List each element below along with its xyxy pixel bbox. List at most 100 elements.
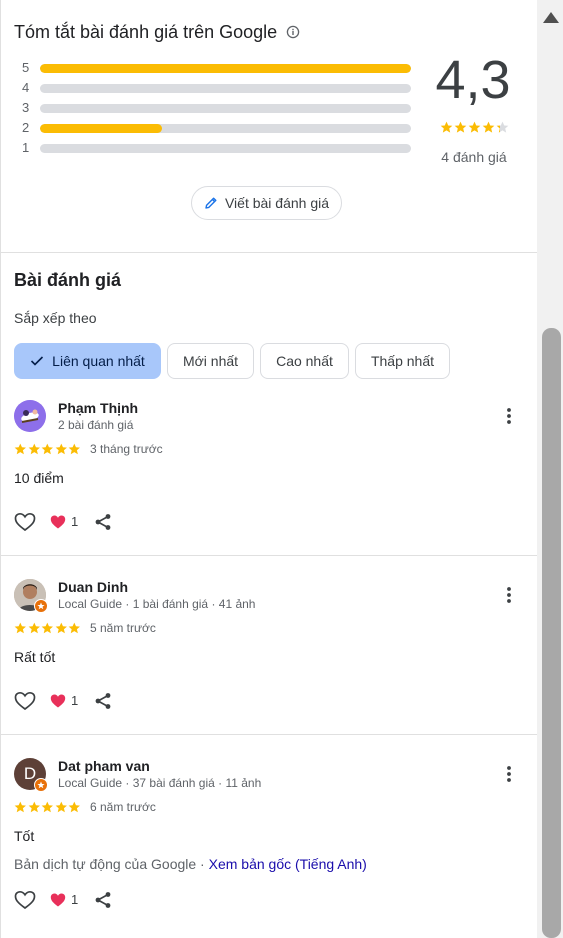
average-rating-stars: [440, 121, 509, 134]
reviewer-name[interactable]: Dat pham van: [58, 758, 150, 774]
rating-bar-row: 4: [22, 81, 412, 95]
reviewer-name[interactable]: Phạm Thịnh: [58, 400, 138, 416]
more-vert-icon[interactable]: [500, 585, 518, 605]
reviewer-meta: 2 bài đánh giá: [58, 418, 134, 432]
share-icon[interactable]: [94, 513, 112, 531]
star-icon: [69, 801, 81, 813]
reaction-count: 1: [71, 514, 79, 529]
rating-bar-label: 4: [22, 80, 30, 95]
thumb-like-icon[interactable]: [14, 512, 36, 532]
more-vert-icon[interactable]: [500, 764, 518, 784]
local-guide-star-icon: [37, 781, 45, 789]
star-icon: [468, 121, 481, 133]
reaction-count: 1: [71, 693, 79, 708]
rating-bar-label: 3: [22, 100, 30, 115]
star-icon: [41, 801, 54, 813]
rating-bar-track: [40, 144, 411, 153]
thumb-like-icon[interactable]: [14, 890, 36, 910]
local-guide-badge: [34, 778, 48, 792]
rating-bar-track: [40, 84, 411, 93]
sort-chip-lowest[interactable]: Thấp nhất: [355, 343, 450, 379]
review-divider: [0, 555, 537, 556]
review-divider: [0, 734, 537, 735]
star-icon: [69, 443, 81, 455]
write-review-button[interactable]: Viết bài đánh giá: [191, 186, 342, 220]
scrollbar-thumb[interactable]: [542, 328, 561, 938]
reviewer-meta: Local Guide · 37 bài đánh giá · 11 ảnh: [58, 776, 262, 790]
translation-note: Bản dịch tự động của Google · Xem bản gố…: [14, 856, 367, 872]
local-guide-star-icon: [37, 602, 45, 610]
review-date: 3 tháng trước: [90, 442, 163, 456]
star-icon: [41, 622, 54, 634]
sort-chip-relevant[interactable]: Liên quan nhất: [14, 343, 161, 379]
more-vert-icon[interactable]: [500, 406, 518, 426]
star-icon: [55, 622, 67, 634]
star-icon: [28, 443, 40, 455]
reviews-panel: Tóm tắt bài đánh giá trên Google 5 4 3 2 1 4…: [0, 0, 537, 938]
star-icon: [454, 121, 467, 133]
review-count[interactable]: 4 đánh giá: [418, 149, 530, 165]
rating-bar-label: 1: [22, 140, 30, 155]
avatar[interactable]: [14, 400, 46, 432]
info-icon[interactable]: [286, 25, 300, 39]
check-icon: [31, 356, 44, 366]
local-guide-badge: [34, 599, 48, 613]
heart-reaction-icon: [50, 515, 66, 529]
review-stars: [14, 443, 81, 456]
see-original-link[interactable]: Xem bản gốc (Tiếng Anh): [209, 856, 367, 872]
star-icon: [440, 121, 453, 133]
share-icon[interactable]: [94, 891, 112, 909]
review-text: 10 điểm: [14, 470, 64, 486]
rating-bar-row: 1: [22, 141, 412, 155]
write-review-label: Viết bài đánh giá: [224, 195, 330, 211]
heart-reaction-icon: [50, 893, 66, 907]
reviewer-meta: Local Guide · 1 bài đánh giá · 41 ảnh: [58, 597, 256, 611]
review-card: Phạm Thịnh 2 bài đánh giá 3 tháng trước …: [0, 400, 537, 555]
rating-bar-row: 3: [22, 101, 412, 115]
review-card: D Dat pham van Local Guide · 37 bài đánh…: [0, 758, 537, 938]
share-icon[interactable]: [94, 692, 112, 710]
star-icon: [28, 801, 40, 813]
star-icon: [55, 801, 67, 813]
sort-chip-label: Thấp nhất: [370, 353, 435, 369]
thumb-like-icon[interactable]: [14, 691, 36, 711]
review-date: 5 năm trước: [90, 621, 156, 635]
star-icon: [69, 622, 81, 634]
summary-title: Tóm tắt bài đánh giá trên Google: [14, 22, 278, 42]
review-stars: [14, 801, 81, 814]
sort-label: Sắp xếp theo: [14, 310, 97, 326]
avatar-image-icon: [14, 400, 46, 432]
review-text: Tốt: [14, 828, 35, 844]
translation-label: Bản dịch tự động của Google ·: [14, 856, 209, 872]
star-icon: [28, 622, 40, 634]
reviewer-name[interactable]: Duan Dinh: [58, 579, 128, 595]
sort-chip-label: Liên quan nhất: [52, 353, 145, 369]
sort-chip-label: Mới nhất: [182, 353, 239, 369]
reaction-count: 1: [71, 892, 79, 907]
rating-bar-row: 5: [22, 61, 412, 75]
rating-bar-fill: [40, 124, 163, 133]
star-icon: [55, 443, 67, 455]
rating-bar-track: [40, 124, 411, 133]
rating-bar-label: 2: [22, 120, 30, 135]
average-rating: 4,3: [435, 50, 511, 110]
star-icon: [496, 121, 509, 133]
rating-bar-track: [40, 104, 411, 113]
reviews-title: Bài đánh giá: [14, 270, 122, 290]
star-icon: [482, 121, 495, 133]
rating-bar-track: [40, 64, 411, 73]
section-divider: [0, 252, 537, 253]
sort-chip-highest[interactable]: Cao nhất: [260, 343, 349, 379]
rating-bar-fill: [40, 64, 411, 73]
pencil-icon: [205, 197, 217, 209]
sort-chip-newest[interactable]: Mới nhất: [167, 343, 254, 379]
scroll-up-arrow-icon[interactable]: [543, 12, 559, 23]
review-card: Duan Dinh Local Guide · 1 bài đánh giá ·…: [0, 579, 537, 734]
review-text: Rất tốt: [14, 649, 56, 665]
star-icon: [14, 801, 26, 813]
review-date: 6 năm trước: [90, 800, 156, 814]
review-stars: [14, 622, 81, 635]
star-icon: [14, 443, 26, 455]
rating-bar-row: 2: [22, 121, 412, 135]
sort-chip-label: Cao nhất: [276, 353, 333, 369]
